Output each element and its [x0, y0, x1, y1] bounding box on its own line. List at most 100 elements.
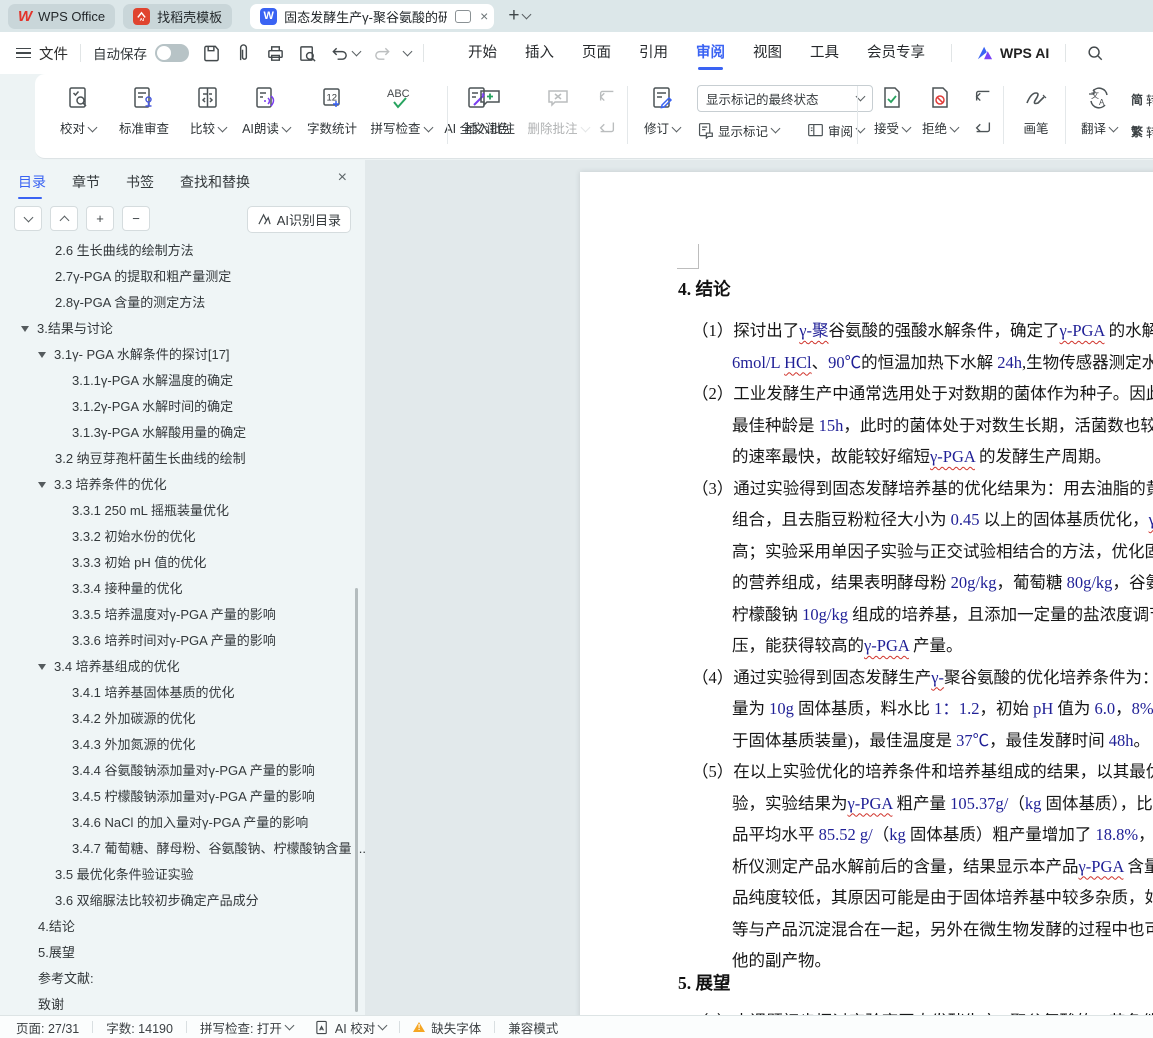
toc-item[interactable]: 3.1.3γ-PGA 水解酸用量的确定 [72, 420, 246, 446]
wps-ai-button[interactable]: WPS AI [976, 45, 1049, 61]
menu-member[interactable]: 会员专享 [867, 32, 925, 74]
toc-collapse-arrow-icon[interactable] [38, 664, 46, 670]
pen-button[interactable]: 画笔 [1011, 82, 1061, 137]
to-traditional-button[interactable]: 简 转繁 [1131, 90, 1153, 109]
print-icon[interactable] [266, 44, 285, 63]
sidebar-tab-chapters[interactable]: 章节 [72, 167, 100, 197]
show-markup-button[interactable]: 显示标记 [697, 121, 781, 140]
toc-item[interactable]: 3.6 双缩脲法比较初步确定产品成分 [55, 888, 259, 914]
toc-item[interactable]: 3.3.6 培养时间对γ-PGA 产量的影响 [72, 628, 276, 654]
track-changes-button[interactable]: 修订 [635, 82, 689, 137]
review-pane-button[interactable]: 审阅 [807, 121, 866, 140]
toc-item[interactable]: 3.3.5 培养温度对γ-PGA 产量的影响 [72, 602, 276, 628]
toc-collapse-all-button[interactable]: − [122, 206, 150, 231]
ai-recognize-toc-button[interactable]: AI识别目录 [246, 206, 351, 233]
toc-item[interactable]: 4.结论 [38, 914, 75, 940]
toc-collapse-arrow-icon[interactable] [38, 352, 46, 358]
menu-home[interactable]: 开始 [468, 32, 497, 74]
toc-item[interactable]: 3.1.1γ-PGA 水解温度的确定 [72, 368, 233, 394]
previous-comment-icon[interactable] [597, 87, 617, 110]
toc-item[interactable]: 3.1.2γ-PGA 水解时间的确定 [72, 394, 233, 420]
toc-item[interactable]: 3.4.3 外加氮源的优化 [72, 732, 196, 758]
new-tab-button[interactable]: + [508, 5, 519, 27]
previous-change-icon[interactable] [973, 87, 993, 110]
toc-item[interactable]: 3.结果与讨论 [21, 316, 113, 342]
sidebar-close-icon[interactable]: × [338, 170, 347, 186]
ai-read-aloud-button[interactable]: AI朗读 [233, 82, 299, 137]
toc-item[interactable]: 3.3.2 初始水份的优化 [72, 524, 196, 550]
toc-item[interactable]: 3.4.7 葡萄糖、酵母粉、谷氨酸钠、柠檬酸钠含量 ... [72, 836, 365, 862]
toc-item[interactable]: 3.4.2 外加碳源的优化 [72, 706, 196, 732]
menu-reference[interactable]: 引用 [639, 32, 668, 74]
print-preview-icon[interactable] [298, 44, 317, 63]
sidebar-scrollbar[interactable] [355, 588, 358, 1012]
toc-item[interactable]: 3.5 最优化条件验证实验 [55, 862, 194, 888]
menu-page[interactable]: 页面 [582, 32, 611, 74]
toc-collapse-arrow-icon[interactable] [38, 482, 46, 488]
toc-item[interactable]: 3.2 纳豆芽孢杆菌生长曲线的绘制 [55, 446, 246, 472]
sidebar-tab-toc[interactable]: 目录 [18, 167, 46, 199]
export-icon[interactable] [234, 43, 253, 63]
toc-collapse-arrow-icon[interactable] [21, 326, 29, 332]
toc-item[interactable]: 3.3 培养条件的优化 [38, 472, 167, 498]
menu-insert[interactable]: 插入 [525, 32, 554, 74]
save-icon[interactable] [202, 44, 221, 63]
to-simplified-button[interactable]: 繁 转简 [1131, 122, 1153, 141]
toc-item[interactable]: 3.4.6 NaCl 的加入量对γ-PGA 产量的影响 [72, 810, 308, 836]
missing-font-warning[interactable]: 缺失字体 [413, 1018, 481, 1037]
sidebar-tab-find-replace[interactable]: 查找和替换 [180, 167, 250, 197]
toc-collapse-up-button[interactable] [50, 206, 78, 231]
toc-expand-down-button[interactable] [14, 206, 42, 231]
toc-item[interactable]: 2.6 生长曲线的绘制方法 [55, 240, 194, 264]
tab-document[interactable]: W 固态发酵生产γ-聚谷氨酸的研 × [250, 3, 495, 29]
delete-comment-button[interactable]: 删除批注 [523, 82, 593, 137]
toc-item[interactable]: 3.3.4 接种量的优化 [72, 576, 183, 602]
markup-state-select[interactable]: 显示标记的最终状态 [697, 85, 873, 112]
toc-expand-all-button[interactable]: + [86, 206, 114, 231]
toc-item[interactable]: 3.4.5 柠檬酸钠添加量对γ-PGA 产量的影响 [72, 784, 315, 810]
hamburger-icon[interactable] [16, 45, 31, 62]
undo-chevron-icon[interactable] [351, 46, 362, 56]
proofread-button[interactable]: 校对 [47, 82, 109, 137]
document-page[interactable]: 4. 结论 5. 展望 （1）本课题初步探讨实验室固态发酵生产γ-聚谷氨酸的工艺… [580, 172, 1153, 1015]
file-menu[interactable]: 文件 [39, 43, 68, 64]
toc-item[interactable]: 3.4.4 谷氨酸钠添加量对γ-PGA 产量的影响 [72, 758, 315, 784]
ai-proof-status[interactable]: AI 校对 [315, 1018, 388, 1037]
toc-item[interactable]: 致谢 [38, 992, 64, 1015]
autosave-toggle[interactable] [155, 44, 189, 62]
spellcheck-status[interactable]: 拼写检查: 打开 [200, 1018, 295, 1037]
quickbar-chevron-icon[interactable] [402, 46, 413, 56]
standard-review-button[interactable]: 标准审查 [109, 82, 179, 137]
sidebar-tab-bookmarks[interactable]: 书签 [126, 167, 154, 197]
reject-change-button[interactable]: 拒绝 [913, 82, 967, 137]
insert-comment-button[interactable]: 插入批注 [457, 82, 523, 137]
translate-button[interactable]: 文A 翻译 [1073, 82, 1125, 137]
toc-item[interactable]: 3.1γ- PGA 水解条件的探讨[17] [38, 342, 230, 368]
toc-item[interactable]: 3.4.1 培养基固体基质的优化 [72, 680, 235, 706]
tab-wps-office[interactable]: W WPS Office [8, 3, 116, 29]
toc-item[interactable]: 2.8γ-PGA 含量的测定方法 [55, 290, 205, 316]
toc-item[interactable]: 3.3.1 250 mL 摇瓶装量优化 [72, 498, 229, 524]
spellcheck-button[interactable]: ABC 拼写检查 [367, 82, 435, 137]
menu-tools[interactable]: 工具 [810, 32, 839, 74]
word-count-button[interactable]: 12 字数统计 [299, 82, 365, 137]
next-change-icon[interactable] [973, 118, 993, 141]
menu-review[interactable]: 审阅 [696, 32, 725, 74]
undo-icon[interactable] [330, 44, 349, 63]
tab-list-chevron-icon[interactable] [521, 9, 532, 19]
toc-item[interactable]: 2.7γ-PGA 的提取和粗产量测定 [55, 264, 231, 290]
next-comment-icon[interactable] [597, 118, 617, 141]
tab-close-icon[interactable]: × [480, 9, 488, 23]
compare-button[interactable]: 比较 [181, 82, 235, 137]
doc-text-line: 的营养组成，结果表明酵母粉 20g/kg，葡萄糖 80g/kg，谷氨 [732, 573, 1153, 592]
tab-template[interactable]: AI 找稻壳模板 [123, 3, 233, 29]
menu-view[interactable]: 视图 [753, 32, 782, 74]
toc-item[interactable]: 5.展望 [38, 940, 75, 966]
redo-icon[interactable] [373, 44, 392, 63]
accept-change-button[interactable]: 接受 [865, 82, 919, 137]
toc-item-label: 3.3.4 接种量的优化 [72, 581, 183, 596]
search-icon[interactable] [1086, 44, 1104, 62]
toc-item[interactable]: 3.3.3 初始 pH 值的优化 [72, 550, 206, 576]
toc-item[interactable]: 参考文献: [38, 966, 94, 992]
toc-item[interactable]: 3.4 培养基组成的优化 [38, 654, 180, 680]
